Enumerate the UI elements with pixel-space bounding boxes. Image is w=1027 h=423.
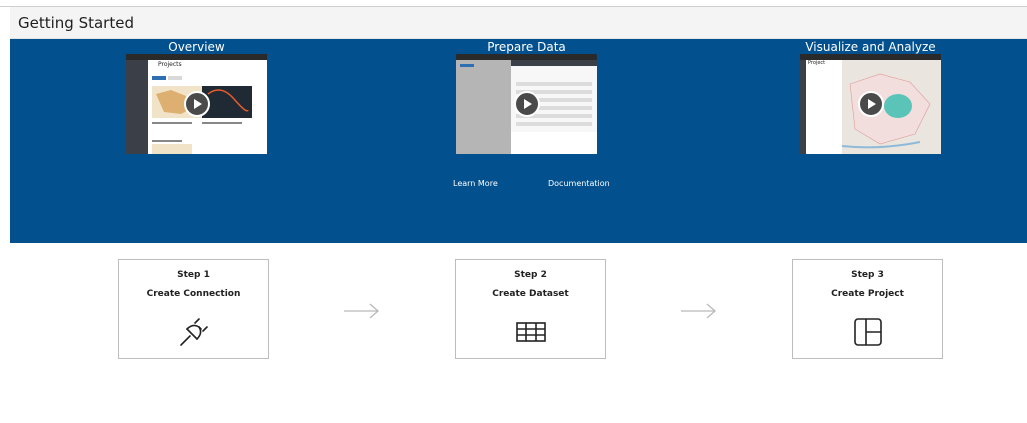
arrow-right-icon <box>681 303 716 319</box>
arrow-right-icon <box>344 303 379 319</box>
step-name: Create Project <box>831 289 904 299</box>
step-name: Create Dataset <box>492 289 569 299</box>
step-number: Step 3 <box>851 270 884 280</box>
step-create-connection[interactable]: Step 1 Create Connection <box>118 259 269 359</box>
layout-icon <box>853 318 882 346</box>
video-thumbnail-prepare-data[interactable] <box>456 54 597 154</box>
documentation-link[interactable]: Documentation <box>548 179 610 188</box>
play-icon[interactable] <box>513 91 540 117</box>
page-title: Getting Started <box>18 14 134 32</box>
thumbnail-heading-visualize-analyze: Project <box>808 60 826 66</box>
video-thumbnail-visualize-analyze[interactable]: Project <box>800 54 941 154</box>
step-create-dataset[interactable]: Step 2 Create Dataset <box>455 259 606 359</box>
table-icon <box>515 322 546 342</box>
video-visualize-analyze[interactable]: Visualize and Analyze Project <box>800 40 941 154</box>
video-prepare-data[interactable]: Prepare Data <box>456 40 597 154</box>
video-title-prepare-data: Prepare Data <box>487 40 566 54</box>
video-title-overview: Overview <box>168 40 225 54</box>
play-icon[interactable] <box>857 91 884 117</box>
video-overview[interactable]: Overview Projects <box>126 40 267 154</box>
learn-more-link[interactable]: Learn More <box>453 179 498 188</box>
step-name: Create Connection <box>146 289 241 299</box>
page-header: Getting Started <box>10 7 1027 39</box>
step-create-project[interactable]: Step 3 Create Project <box>792 259 943 359</box>
thumbnail-heading-overview: Projects <box>158 61 182 68</box>
video-title-visualize-analyze: Visualize and Analyze <box>805 40 936 54</box>
plug-icon <box>179 318 208 346</box>
step-number: Step 1 <box>177 270 210 280</box>
step-number: Step 2 <box>514 270 547 280</box>
video-thumbnail-overview[interactable]: Projects <box>126 54 267 154</box>
play-icon[interactable] <box>183 91 210 117</box>
